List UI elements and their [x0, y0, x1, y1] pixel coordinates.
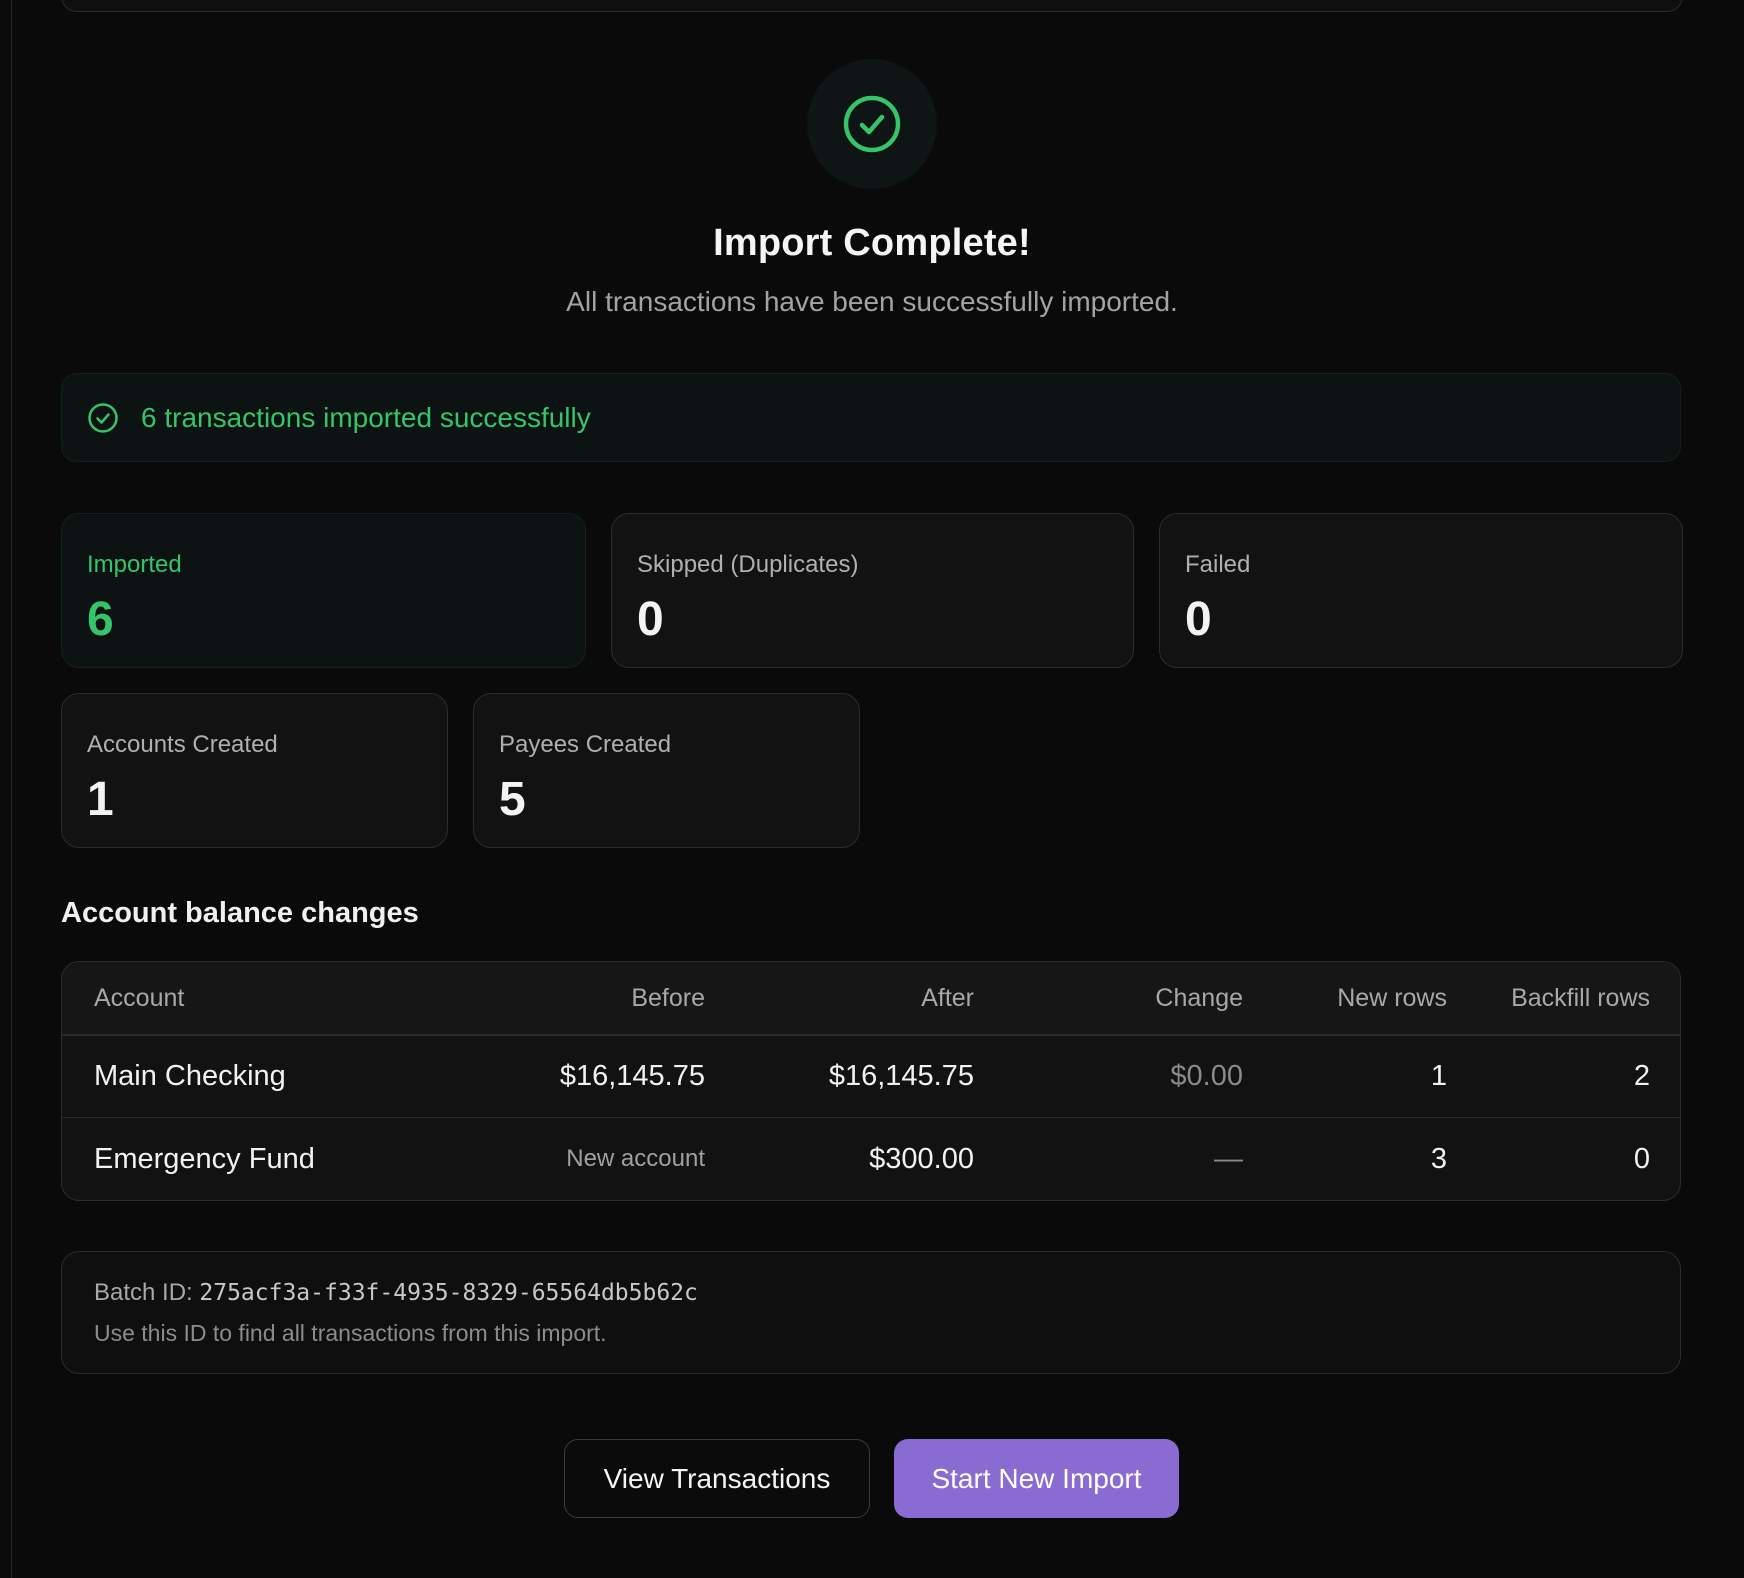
cell-before: New account: [566, 1145, 705, 1172]
check-circle-icon: [87, 402, 119, 434]
stat-failed: Failed 0: [1159, 513, 1683, 668]
batch-id-value[interactable]: 275acf3a-f33f-4935-8329-65564db5b62c: [199, 1280, 698, 1306]
batch-info: Batch ID: 275acf3a-f33f-4935-8329-65564d…: [61, 1251, 1681, 1374]
cell-after: $300.00: [869, 1142, 974, 1175]
column-header-change: Change: [1155, 983, 1243, 1012]
stat-value: 6: [87, 593, 114, 646]
table-row: Emergency Fund New account $300.00 — 3 0: [62, 1118, 1680, 1200]
batch-id-line: Batch ID: 275acf3a-f33f-4935-8329-65564d…: [94, 1279, 698, 1307]
cell-new-rows: 1: [1430, 1060, 1447, 1092]
table-row: Main Checking $16,145.75 $16,145.75 $0.0…: [62, 1036, 1680, 1118]
column-header-account: Account: [94, 983, 185, 1012]
column-header-new-rows: New rows: [1337, 983, 1447, 1012]
stat-value: 1: [87, 773, 114, 826]
page-title: Import Complete!: [713, 222, 1031, 264]
stat-skipped: Skipped (Duplicates) 0: [611, 513, 1134, 668]
stat-label: Imported: [87, 551, 182, 578]
cell-before: $16,145.75: [559, 1060, 705, 1092]
start-new-import-button[interactable]: Start New Import: [894, 1439, 1179, 1518]
column-header-after: After: [921, 983, 974, 1012]
table-header: Account Before After Change New rows Bac…: [62, 962, 1680, 1036]
success-banner: 6 transactions imported successfully: [61, 373, 1681, 462]
stat-label: Skipped (Duplicates): [637, 551, 859, 578]
stat-value: 0: [637, 593, 664, 646]
column-header-before: Before: [631, 983, 705, 1012]
stat-payees-created: Payees Created 5: [473, 693, 860, 848]
stat-value: 5: [499, 773, 526, 826]
cell-backfill-rows: 0: [1633, 1142, 1650, 1175]
column-header-backfill-rows: Backfill rows: [1511, 983, 1650, 1012]
cell-new-rows: 3: [1430, 1142, 1447, 1175]
section-title: Account balance changes: [61, 897, 419, 929]
success-banner-text: 6 transactions imported successfully: [141, 401, 591, 433]
cell-account: Main Checking: [94, 1060, 286, 1092]
view-transactions-button[interactable]: View Transactions: [564, 1439, 870, 1518]
cell-after: $16,145.75: [828, 1060, 974, 1092]
page-subtitle: All transactions have been successfully …: [566, 286, 1178, 317]
check-circle-icon: [843, 95, 901, 153]
batch-id-label: Batch ID:: [94, 1279, 200, 1306]
previous-card-edge: [61, 0, 1683, 12]
stat-label: Accounts Created: [87, 731, 278, 758]
cell-change: $0.00: [1170, 1060, 1243, 1092]
stat-value: 0: [1185, 593, 1212, 646]
cell-change: —: [1214, 1142, 1243, 1175]
success-badge: [807, 59, 937, 189]
balance-table: Account Before After Change New rows Bac…: [61, 961, 1681, 1201]
stat-imported: Imported 6: [61, 513, 586, 668]
stat-accounts-created: Accounts Created 1: [61, 693, 448, 848]
stat-label: Payees Created: [499, 731, 672, 758]
cell-account: Emergency Fund: [94, 1142, 315, 1175]
stat-label: Failed: [1185, 551, 1251, 578]
cell-backfill-rows: 2: [1633, 1060, 1650, 1092]
batch-id-hint: Use this ID to find all transactions fro…: [94, 1320, 607, 1346]
